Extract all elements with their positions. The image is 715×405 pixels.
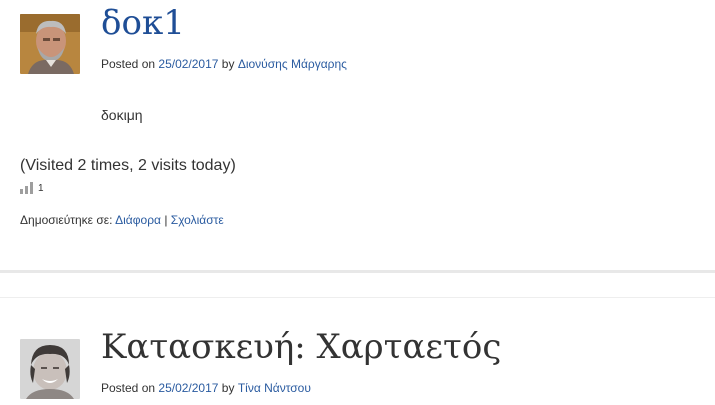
bar-chart-icon xyxy=(20,182,33,194)
author-avatar-post2[interactable] xyxy=(20,339,80,399)
post-date-link-2[interactable]: 25/02/2017 xyxy=(158,381,218,395)
published-in-label: Δημοσιεύτηκε σε: xyxy=(20,213,113,227)
category-link[interactable]: Διάφορα xyxy=(115,213,161,227)
post-meta-2: Posted on 25/02/2017 by Τίνα Νάντσου xyxy=(101,381,311,395)
separator: | xyxy=(164,213,168,227)
woman-portrait-avatar xyxy=(20,339,80,399)
author-link-1[interactable]: Διονύσης Μάργαρης xyxy=(238,57,347,71)
posted-on-label: Posted on xyxy=(101,381,156,395)
post-title-link-2[interactable]: Κατασκευή: Χαρταετός xyxy=(101,327,501,367)
visit-counter: (Visited 2 times, 2 visits today) xyxy=(20,157,236,174)
post-footer-1: Δημοσιεύτηκε σε: Διάφορα | Σχολιάστε xyxy=(20,213,224,227)
author-avatar-post1[interactable] xyxy=(20,14,80,74)
author-link-2[interactable]: Τίνα Νάντσου xyxy=(238,381,311,395)
posted-on-label: Posted on xyxy=(101,57,156,71)
post-divider-light xyxy=(0,297,715,298)
comment-link[interactable]: Σχολιάστε xyxy=(171,213,224,227)
post-title-1: δοκ1 xyxy=(101,6,185,40)
post-date-link-1[interactable]: 25/02/2017 xyxy=(158,57,218,71)
post-content-1: δοκιμη xyxy=(101,107,143,123)
post-meta-1: Posted on 25/02/2017 by Διονύσης Μάργαρη… xyxy=(101,57,347,71)
stats-count: 1 xyxy=(38,183,44,194)
by-label: by xyxy=(221,57,235,71)
post-divider xyxy=(0,270,715,273)
post-title-link-1[interactable]: δοκ1 xyxy=(101,3,185,43)
stats-widget: 1 xyxy=(20,182,44,194)
man-portrait-avatar xyxy=(20,14,80,74)
post-title-2: Κατασκευή: Χαρταετός xyxy=(101,330,501,364)
by-label: by xyxy=(221,381,235,395)
